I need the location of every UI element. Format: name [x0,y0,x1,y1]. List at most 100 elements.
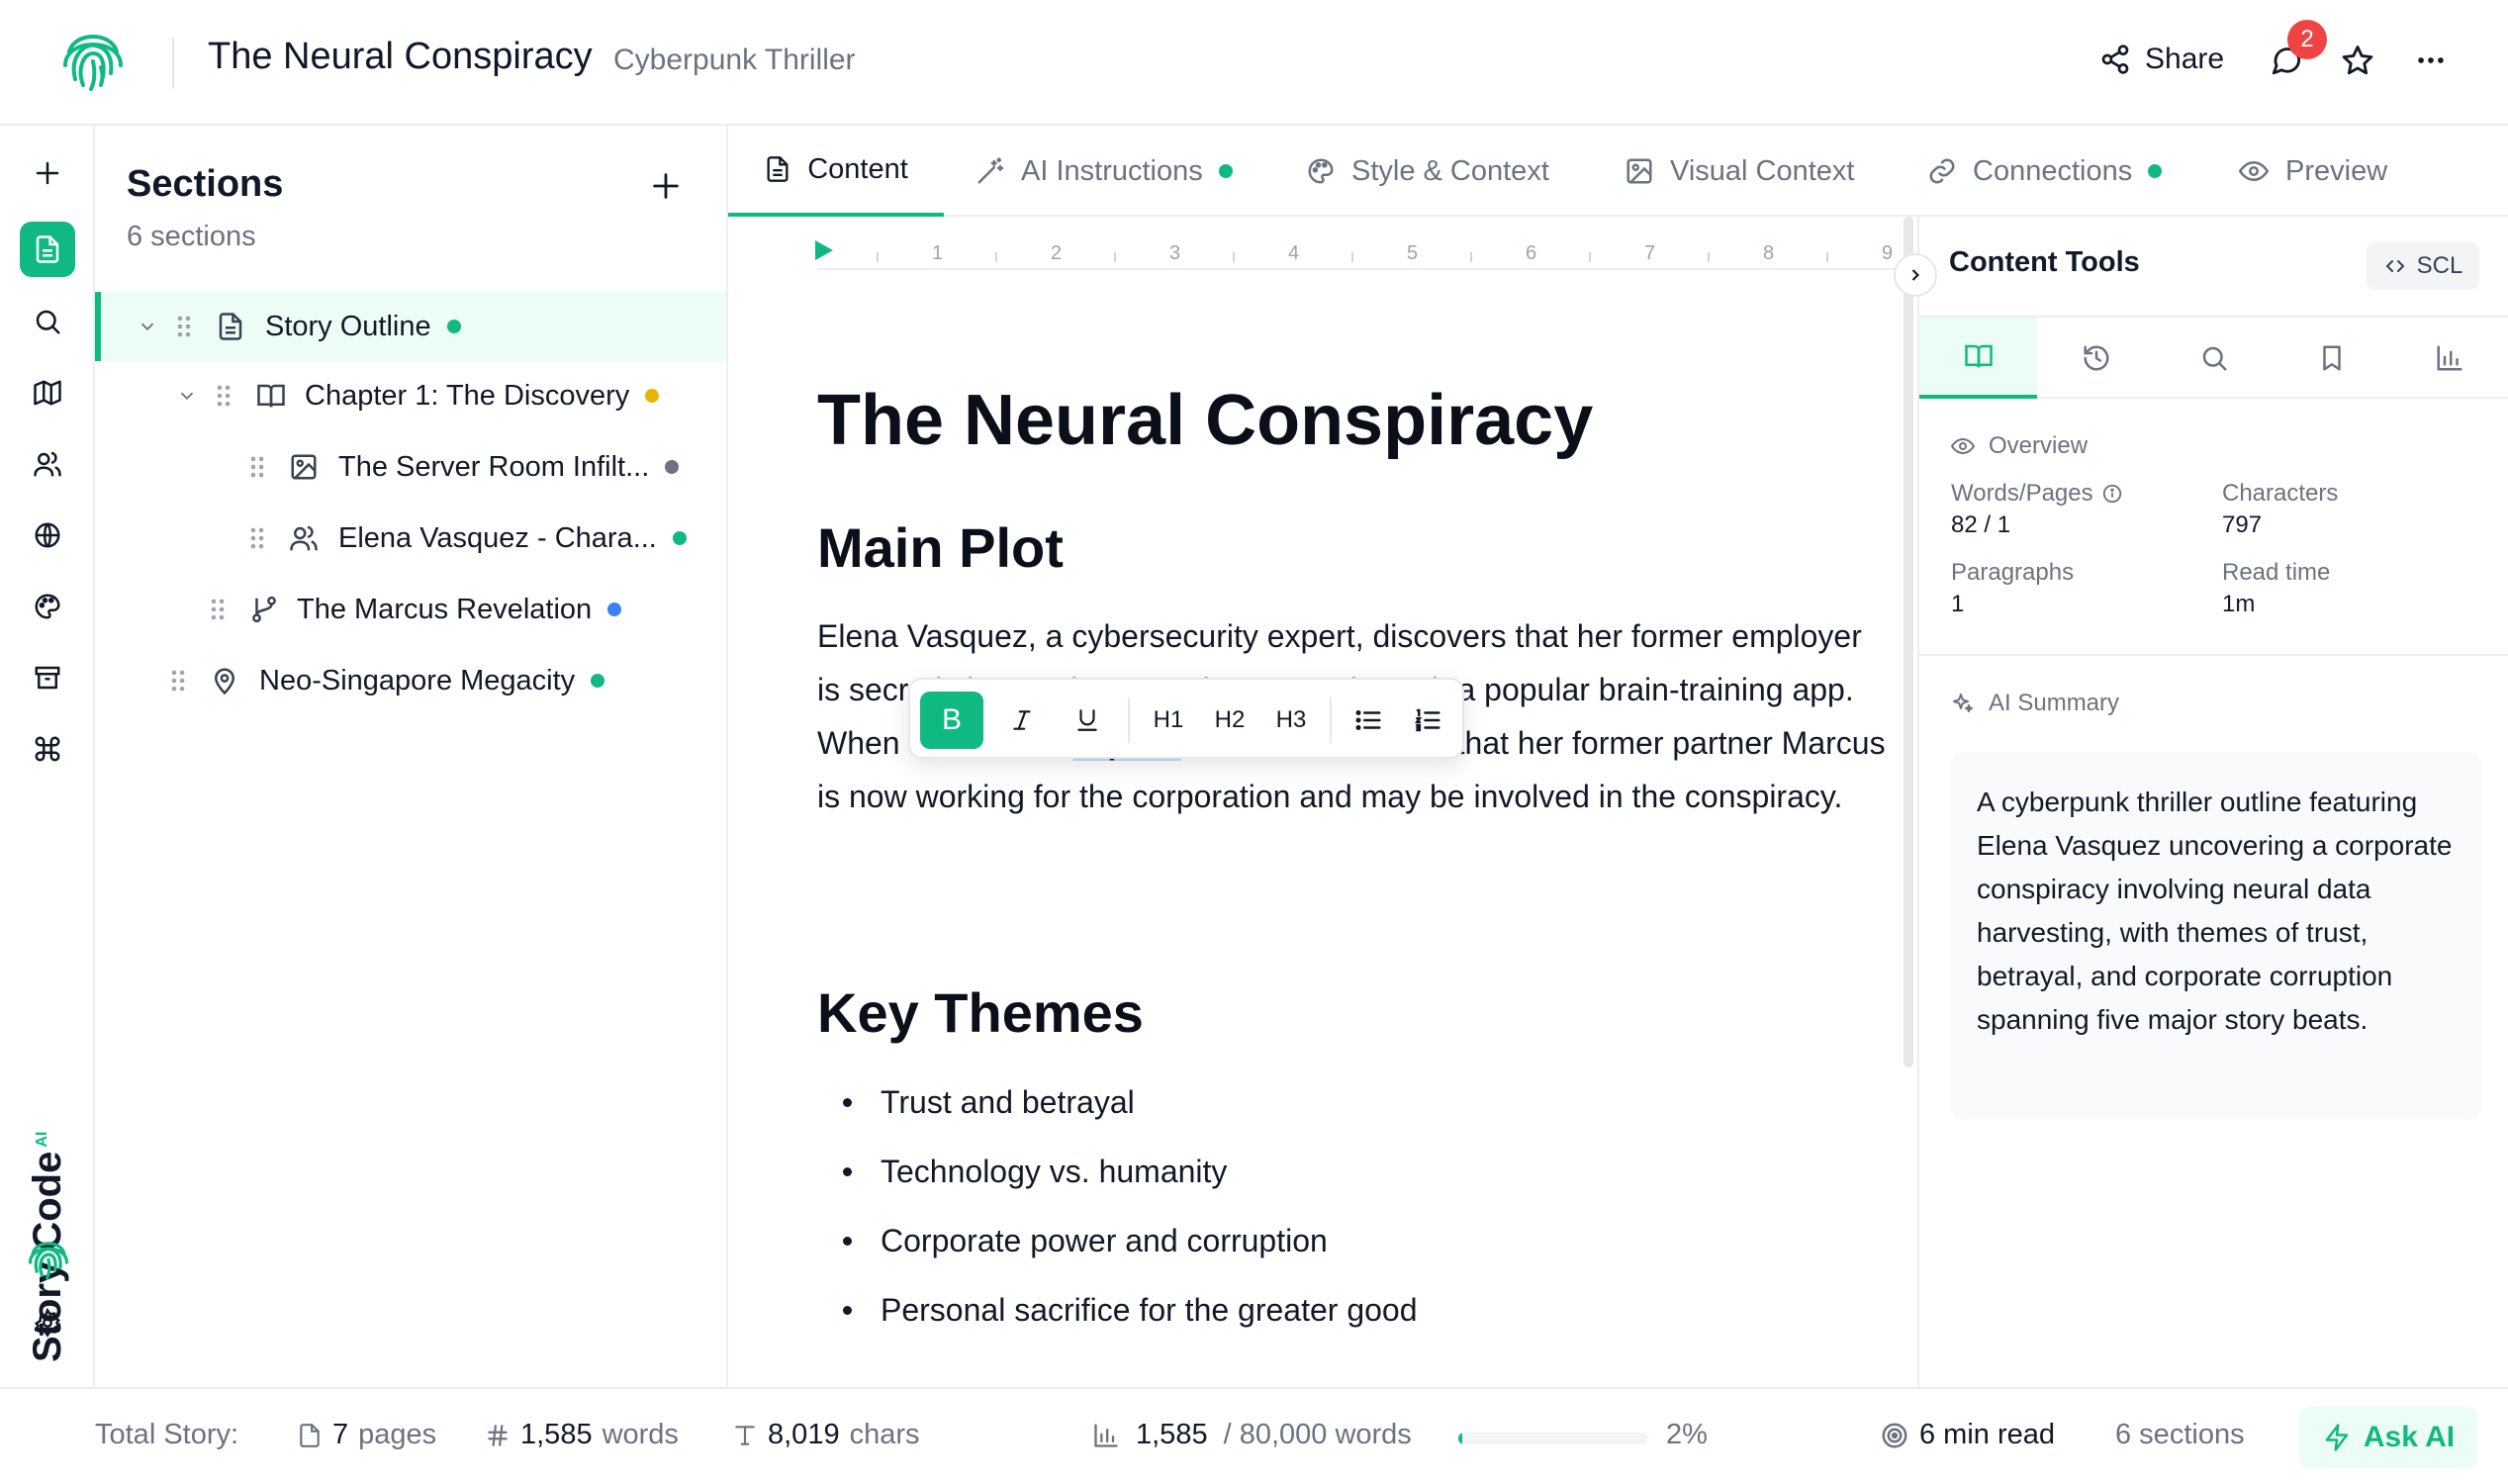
editor-canvas[interactable]: 1 2 3 4 5 6 7 8 9 The Neural Conspiracy … [728,217,1917,1387]
section-server-room[interactable]: The Server Room Infilt... [95,432,726,502]
section-neo-singapore[interactable]: Neo-Singapore Megacity [95,646,726,715]
goal-percent: 2% [1666,1419,1708,1451]
heading-2-button[interactable]: H2 [1201,692,1258,749]
search-icon[interactable] [20,294,75,349]
drag-handle-icon[interactable] [214,383,233,409]
ask-ai-button[interactable]: Ask AI [2299,1407,2477,1468]
heading-key-themes[interactable]: Key Themes [817,980,1144,1045]
section-marcus-revelation[interactable]: The Marcus Revelation [95,575,726,644]
ai-summary-text: A cyberpunk thriller outline featuring E… [1951,753,2481,1119]
tab-style-context[interactable]: Style & Context [1306,126,1549,217]
tab-ai-instructions[interactable]: AI Instructions [975,126,1233,217]
add-icon[interactable] [20,145,75,201]
sections-title: Sections [127,163,283,206]
heading-1-button[interactable]: H1 [1140,692,1197,749]
document-icon[interactable] [20,222,75,277]
tab-connections[interactable]: Connections [1927,126,2162,217]
ruler-number: 4 [1288,242,1299,265]
top-header: The Neural Conspiracy Cyberpunk Thriller… [0,0,2508,126]
heading-main-plot[interactable]: Main Plot [817,515,1064,580]
tool-tabs [1919,316,2508,399]
list-item[interactable]: Trust and betrayal [817,1077,1418,1147]
map-pin-icon [210,666,239,696]
command-icon[interactable] [20,721,75,777]
history-icon [2082,343,2111,373]
scl-label: SCL [2417,252,2463,280]
fingerprint-logo-icon[interactable] [55,22,131,97]
tool-tab-search[interactable] [2155,318,2273,399]
tab-visual-context[interactable]: Visual Context [1625,126,1854,217]
drag-handle-icon[interactable] [208,597,228,622]
story-title[interactable]: The Neural Conspiracy [208,36,593,78]
chevron-down-icon[interactable] [137,316,158,337]
italic-button[interactable] [993,692,1051,749]
word-goal-progress [1458,1433,1648,1444]
read-time-value: 1m [2222,591,2255,618]
archive-icon[interactable] [20,650,75,705]
collapse-panel-button[interactable] [1894,253,1937,297]
tab-content[interactable]: Content [728,126,944,217]
bullet-list-button[interactable] [1340,692,1397,749]
hash-icon [485,1422,511,1449]
heading-3-button[interactable]: H3 [1262,692,1320,749]
underline-button[interactable] [1059,692,1116,749]
section-elena-vasquez[interactable]: Elena Vasquez - Chara... [95,504,726,573]
section-chapter-1[interactable]: Chapter 1: The Discovery [95,361,726,430]
tool-tab-history[interactable] [2037,318,2155,399]
chars-unit: chars [850,1419,920,1451]
overview-label: Overview [1989,432,2088,460]
text-icon [732,1422,758,1449]
tab-preview[interactable]: Preview [2238,126,2387,217]
words-pages-value: 82 / 1 [1951,511,2010,539]
globe-icon[interactable] [20,508,75,563]
palette-icon[interactable] [20,579,75,634]
chevron-down-icon[interactable] [176,385,198,407]
ruler-number: 5 [1407,242,1418,265]
ruler[interactable]: 1 2 3 4 5 6 7 8 9 [817,231,1905,270]
info-icon[interactable] [2101,483,2123,505]
tool-tab-bookmarks[interactable] [2273,318,2390,399]
map-icon[interactable] [20,365,75,420]
more-options-icon[interactable] [2414,44,2448,77]
drag-handle-icon[interactable] [247,454,267,480]
document-title[interactable]: The Neural Conspiracy [817,380,1593,461]
ruler-number: 2 [1051,242,1062,265]
progress-fill [1458,1433,1462,1444]
ruler-number: 3 [1169,242,1180,265]
ai-summary-label: AI Summary [1989,690,2119,717]
toolbar-divider [1330,697,1332,743]
drag-handle-icon[interactable] [174,314,194,339]
book-open-icon [1962,341,1996,371]
status-dot [591,674,604,688]
bar-chart-icon [2435,343,2464,373]
search-icon [2199,343,2229,373]
users-icon[interactable] [20,436,75,492]
ruler-tick [1589,252,1591,262]
play-icon[interactable] [811,238,835,262]
scl-button[interactable]: SCL [2367,242,2479,290]
bookmark-icon [2317,343,2347,373]
editor-scrollbar[interactable] [1904,217,1913,1067]
section-label: Elena Vasquez - Chara... [338,522,657,555]
ruler-number: 6 [1526,242,1536,265]
tool-tab-overview[interactable] [1919,318,2037,399]
drag-handle-icon[interactable] [247,525,267,551]
toolbar-divider [1128,697,1130,743]
share-button[interactable]: Share [2099,43,2224,76]
numbered-list-button[interactable] [1399,692,1456,749]
eye-icon [1951,434,1975,458]
image-icon [289,452,319,482]
add-section-icon[interactable] [649,169,683,203]
section-story-outline[interactable]: Story Outline [95,292,726,361]
star-icon[interactable] [2341,44,2374,77]
drag-handle-icon[interactable] [168,668,188,694]
ruler-tick [1233,252,1235,262]
list-item[interactable]: Personal sacrifice for the greater good [817,1285,1418,1354]
words-value: 1,585 [520,1419,593,1451]
list-item[interactable]: Corporate power and corruption [817,1216,1418,1285]
bold-button[interactable]: B [920,692,983,749]
paragraphs-label: Paragraphs [1951,559,2074,587]
list-item[interactable]: Technology vs. humanity [817,1147,1418,1216]
tool-tab-stats[interactable] [2390,318,2508,399]
settings-icon[interactable] [20,1295,75,1350]
